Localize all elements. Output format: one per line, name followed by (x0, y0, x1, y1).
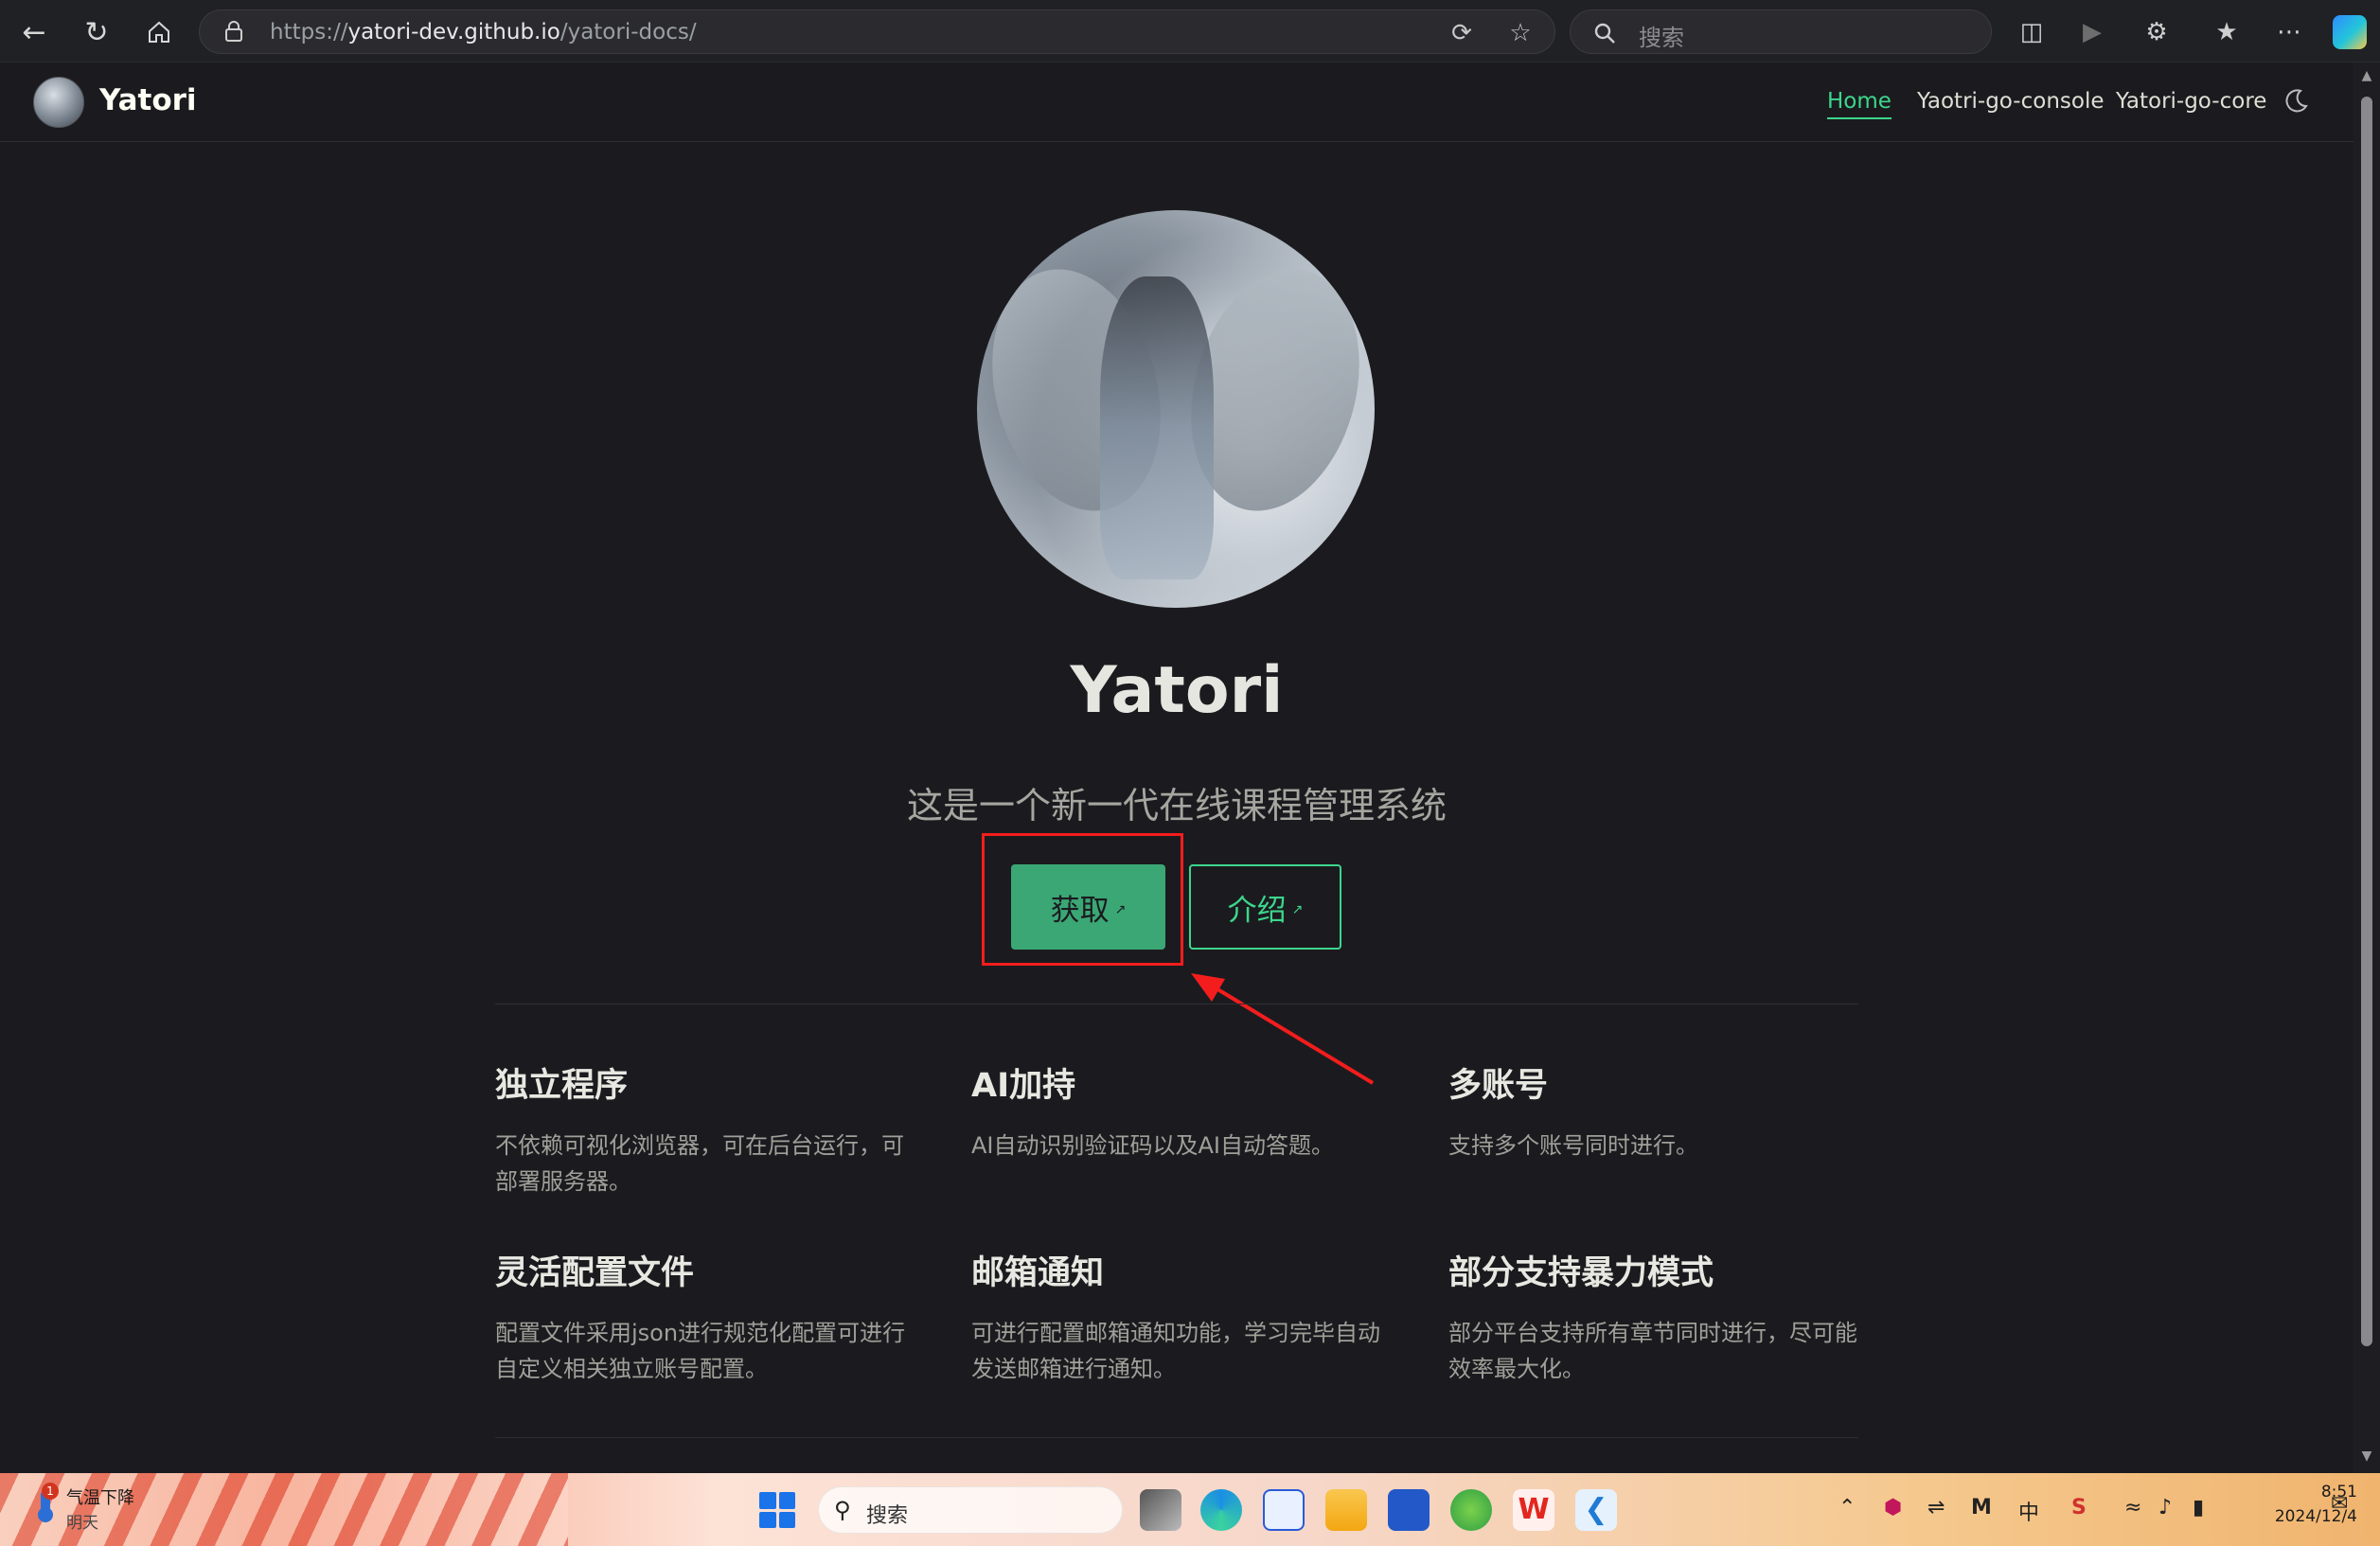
extensions-icon[interactable]: ⚙ (2140, 15, 2174, 49)
intro-button[interactable]: 介绍 ↗ (1189, 864, 1341, 950)
feature-details: AI自动识别验证码以及AI自动答题。 (971, 1132, 1334, 1159)
weather-text[interactable]: 气温下降 (66, 1484, 134, 1509)
weather-badge: 1 (42, 1483, 59, 1500)
feature-card: AI加持 AI自动识别验证码以及AI自动答题。 (971, 1058, 1388, 1164)
url-text: https://yatori-dev.github.io/yatori-docs… (270, 20, 697, 44)
feature-details: 配置文件采用json进行规范化配置可进行 自定义相关独立账号配置。 (495, 1320, 906, 1382)
taskbar-search[interactable]: ⚲ 搜索 (818, 1486, 1123, 1534)
back-icon[interactable]: ← (15, 13, 53, 51)
vscode-icon[interactable]: ❮ (1575, 1489, 1617, 1531)
favorite-star-icon[interactable]: ☆ (1506, 19, 1535, 47)
feature-card: 灵活配置文件 配置文件采用json进行规范化配置可进行 自定义相关独立账号配置。 (495, 1246, 912, 1387)
task-view-icon[interactable] (1140, 1489, 1181, 1531)
scroll-down-icon[interactable]: ▼ (2359, 1448, 2374, 1464)
site-header: Yatori Home Yaotri-go-console Yatori-go-… (0, 62, 2353, 142)
edge-browser-icon[interactable] (1200, 1489, 1242, 1531)
windows-start-icon[interactable] (759, 1492, 795, 1528)
feature-card: 多账号 支持多个账号同时进行。 (1448, 1058, 1865, 1164)
site-logo[interactable] (33, 77, 84, 128)
lock-icon (225, 21, 242, 42)
dark-mode-moon-icon[interactable] (2283, 87, 2310, 114)
nav-home[interactable]: Home (1827, 89, 1892, 119)
read-aloud-icon[interactable]: ⟳ (1448, 19, 1476, 47)
feature-title: 灵活配置文件 (495, 1254, 695, 1292)
scroll-up-icon[interactable]: ▲ (2359, 68, 2374, 83)
refresh-icon[interactable]: ↻ (78, 13, 115, 51)
sogou-input-icon[interactable]: S (2071, 1496, 2087, 1519)
wifi-icon[interactable]: ≈ (2124, 1496, 2141, 1519)
get-button[interactable]: 获取 ↗ (1011, 864, 1165, 950)
tray-app-icon[interactable]: ⬢ (1884, 1496, 1902, 1519)
external-link-icon: ↗ (1291, 902, 1304, 917)
more-menu-icon[interactable]: ⋯ (2272, 15, 2306, 49)
intro-button-label: 介绍 (1227, 893, 1287, 928)
hero-tagline: 这是一个新一代在线课程管理系统 (906, 785, 1447, 826)
taskbar: 1 气温下降 明天 ⚲ 搜索 W ❮ ⌃ ⬢ ⇌ M 中 S ≈ ♪ ▮ 8:5… (0, 1473, 2380, 1546)
battery-icon[interactable]: ▮ (2193, 1496, 2204, 1519)
chrome-like-app-icon[interactable] (1450, 1489, 1492, 1531)
volume-icon[interactable]: ♪ (2158, 1496, 2172, 1519)
favorites-icon[interactable]: ★ (2210, 15, 2244, 49)
microsoft-store-icon[interactable] (1388, 1489, 1430, 1531)
browser-search-box[interactable]: 搜索 (1570, 9, 1992, 54)
tray-settings-icon[interactable]: ⇌ (1927, 1496, 1945, 1519)
tray-monitor-icon[interactable]: M (1971, 1496, 1992, 1519)
input-method-indicator[interactable]: 中 (2018, 1496, 2039, 1526)
nav-yaotri-go-console[interactable]: Yaotri-go-console (1917, 89, 2105, 114)
home-icon[interactable] (140, 13, 178, 51)
feature-title: 邮箱通知 (971, 1254, 1105, 1292)
file-explorer-icon[interactable] (1325, 1489, 1367, 1531)
get-button-label: 获取 (1050, 893, 1110, 928)
scroll-thumb[interactable] (2361, 97, 2372, 1346)
search-icon: ⚲ (834, 1497, 851, 1523)
nav-yatori-go-core[interactable]: Yatori-go-core (2116, 89, 2266, 114)
feature-details: 部分平台支持所有章节同时进行，尽可能 效率最大化。 (1448, 1320, 1857, 1382)
search-icon (1594, 23, 1615, 44)
feature-details: 可进行配置邮箱通知功能，学习完毕自动 发送邮箱进行通知。 (971, 1320, 1380, 1382)
feature-details: 支持多个账号同时进行。 (1448, 1132, 1698, 1159)
search-placeholder: 搜索 (1639, 25, 1684, 51)
external-link-icon: ↗ (1114, 902, 1127, 917)
taskbar-search-placeholder: 搜索 (866, 1504, 909, 1528)
feature-card: 部分支持暴力模式 部分平台支持所有章节同时进行，尽可能 效率最大化。 (1448, 1246, 1865, 1387)
reading-view-icon[interactable]: ◫ (2015, 15, 2049, 49)
address-bar[interactable]: https://yatori-dev.github.io/yatori-docs… (199, 9, 1555, 54)
feature-card: 邮箱通知 可进行配置邮箱通知功能，学习完毕自动 发送邮箱进行通知。 (971, 1246, 1388, 1387)
feature-title: 独立程序 (495, 1067, 629, 1105)
browser-toolbar: ← ↻ https://yatori-dev.github.io/yatori-… (0, 0, 2380, 62)
copilot-icon[interactable] (2333, 15, 2367, 49)
weather-subtext: 明天 (66, 1514, 98, 1533)
play-icon[interactable]: ▶ (2075, 15, 2109, 49)
feature-title: AI加持 (971, 1067, 1076, 1105)
notification-bell-icon[interactable]: ✉ (2331, 1492, 2348, 1516)
feature-title: 部分支持暴力模式 (1448, 1254, 1714, 1292)
site-title[interactable]: Yatori (99, 83, 197, 117)
feature-details: 不依赖可视化浏览器，可在后台运行，可 部署服务器。 (495, 1132, 904, 1195)
wps-office-icon[interactable]: W (1513, 1489, 1554, 1531)
feature-card: 独立程序 不依赖可视化浏览器，可在后台运行，可 部署服务器。 (495, 1058, 912, 1199)
feature-title: 多账号 (1448, 1067, 1549, 1105)
divider (495, 1437, 1858, 1438)
tray-expand-chevron-icon[interactable]: ⌃ (1838, 1496, 1856, 1519)
hero-image (977, 210, 1375, 608)
mail-app-icon[interactable] (1263, 1489, 1305, 1531)
hero-name: Yatori (1070, 653, 1284, 728)
page-scrollbar[interactable]: ▲ ▼ (2353, 62, 2380, 1473)
